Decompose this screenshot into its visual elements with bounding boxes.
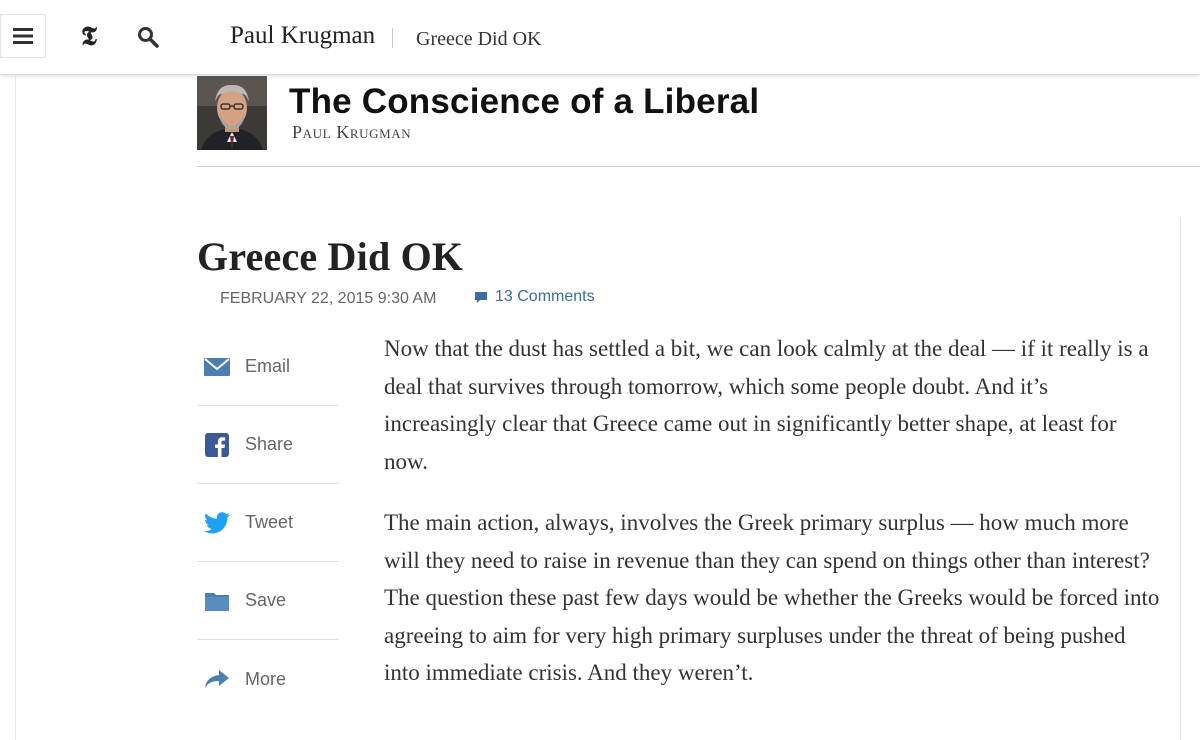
more-label: More <box>245 668 287 689</box>
hamburger-menu-button[interactable] <box>0 14 46 58</box>
email-icon <box>203 355 231 379</box>
search-icon <box>138 27 159 48</box>
article-paragraph: The main action, always, involves the Gr… <box>384 510 1160 685</box>
kicker-story-title: Greece Did OK <box>416 28 542 50</box>
save-label: Save <box>245 590 287 610</box>
kicker-separator <box>392 28 393 48</box>
comment-bubble-icon <box>474 291 488 304</box>
blog-header: The Conscience of a Liberal Paul Krugman <box>197 76 1200 167</box>
share-twitter-button[interactable]: Tweet <box>197 484 339 562</box>
save-article-button[interactable]: Save <box>197 562 339 640</box>
share-twitter-label: Tweet <box>245 512 294 532</box>
article-paragraph: Now that the dust has settled a bit, we … <box>384 336 1149 474</box>
article-dateline: FEBRUARY 22, 2015 9:30 AM <box>220 290 437 307</box>
comments-count-label: 13 Comments <box>495 288 595 305</box>
author-avatar[interactable] <box>197 76 267 150</box>
kicker-author-link[interactable]: Paul Krugman <box>230 22 375 50</box>
share-email-button[interactable]: Email <box>197 328 339 406</box>
share-facebook-button[interactable]: Share <box>197 406 339 484</box>
left-divider <box>15 74 16 740</box>
top-navigation-bar: 𝕿 Paul Krugman Greece Did OK <box>0 0 1200 75</box>
nyt-logo-icon[interactable]: 𝕿 <box>74 20 104 54</box>
arrow-more-icon <box>203 667 231 691</box>
twitter-icon <box>203 511 231 535</box>
blog-title[interactable]: The Conscience of a Liberal <box>289 82 759 122</box>
share-tools: Email Share Tweet Save More <box>197 328 339 718</box>
search-button[interactable] <box>134 22 162 52</box>
comments-link[interactable]: 13 Comments <box>474 288 595 306</box>
right-divider <box>1180 218 1181 740</box>
article-headline: Greece Did OK <box>197 234 464 279</box>
hamburger-icon <box>13 28 33 44</box>
article-body: Now that the dust has settled a bit, we … <box>384 330 1164 716</box>
facebook-icon <box>203 432 231 457</box>
folder-icon <box>203 589 231 613</box>
share-facebook-label: Share <box>245 434 294 454</box>
blog-author[interactable]: Paul Krugman <box>292 122 411 143</box>
author-photo-icon <box>197 76 267 150</box>
more-share-button[interactable]: More <box>197 640 339 718</box>
share-email-label: Email <box>245 356 291 376</box>
